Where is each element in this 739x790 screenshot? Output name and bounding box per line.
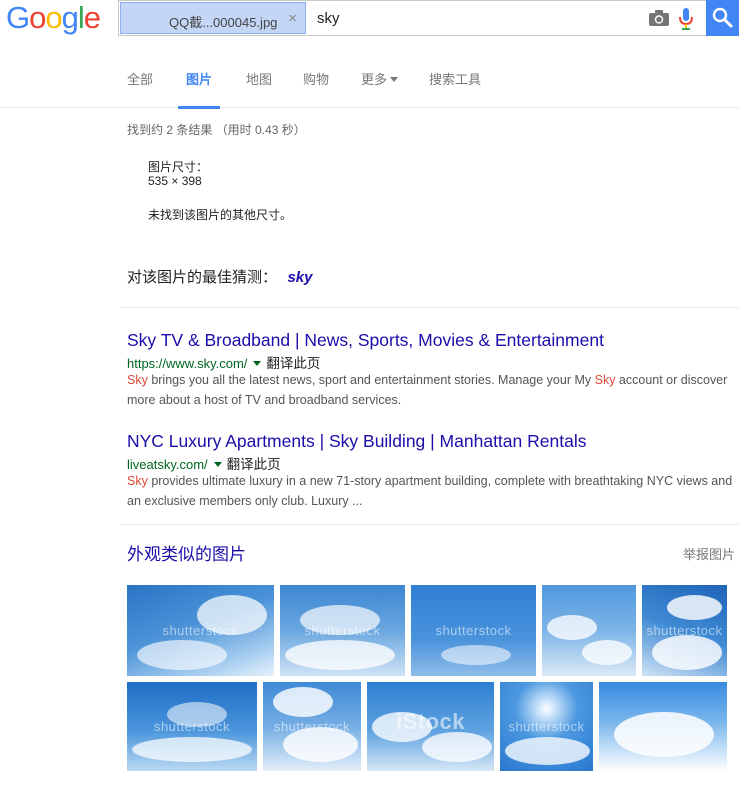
divider — [120, 307, 739, 308]
dropdown-triangle-icon[interactable] — [253, 361, 262, 366]
similar-image-thumbnail[interactable]: iStock — [367, 682, 494, 771]
snippet-highlight: Sky — [127, 373, 148, 387]
best-guess: 对该图片的最佳猜测： sky — [127, 266, 313, 287]
result-snippet: Sky brings you all the latest news, spor… — [127, 370, 737, 410]
logo-letter: g — [61, 0, 79, 35]
translate-link[interactable]: 翻译此页 — [227, 457, 281, 472]
tab-search-tools[interactable]: 搜索工具 — [429, 69, 481, 106]
watermark-text: shutterstock — [304, 623, 381, 639]
watermark-text: shutterstock — [153, 719, 231, 735]
search-box: QQ截...000045.jpg × — [118, 0, 706, 36]
logo-letter: e — [83, 0, 101, 35]
search-input[interactable] — [317, 7, 617, 29]
no-other-sizes: 未找到该图片的其他尺寸。 — [148, 208, 293, 222]
similar-image-thumbnail[interactable]: shutterstock — [127, 682, 257, 771]
similar-image-thumbnail[interactable]: shutterstock — [263, 682, 361, 771]
result-url-line: https://www.sky.com/翻译此页 — [127, 352, 737, 371]
similar-image-thumbnail[interactable]: shutterstock — [500, 682, 593, 771]
logo-letter: o — [45, 0, 62, 35]
camera-icon[interactable] — [649, 10, 669, 26]
snippet-highlight: Sky — [594, 373, 616, 387]
mic-icon[interactable] — [679, 8, 693, 30]
image-size-label: 图片尺寸： — [148, 160, 209, 174]
similar-image-thumbnail[interactable]: shutterstock — [642, 585, 727, 676]
image-chip-filename: QQ截...000045.jpg — [169, 15, 278, 30]
image-size-value: 535 × 398 — [148, 174, 202, 188]
similar-image-thumbnail[interactable] — [542, 585, 636, 676]
tab-shopping[interactable]: 购物 — [303, 69, 329, 106]
report-image-link[interactable]: 举报图片 — [683, 544, 735, 563]
logo-letter: o — [29, 0, 46, 35]
search-result: Sky TV & Broadband | News, Sports, Movie… — [127, 330, 737, 410]
tab-more-label: 更多 — [361, 72, 388, 87]
divider — [120, 524, 739, 525]
best-guess-label: 对该图片的最佳猜测： — [127, 269, 278, 286]
search-button[interactable] — [706, 0, 739, 36]
watermark-text: shutterstock — [508, 719, 585, 735]
best-guess-link[interactable]: sky — [287, 269, 312, 286]
snippet-text: provides ultimate luxury in a new 71-sto… — [127, 474, 733, 508]
google-logo[interactable]: Google — [6, 0, 101, 35]
tab-all[interactable]: 全部 — [127, 69, 153, 106]
header: Google QQ截...000045.jpg × — [0, 0, 739, 37]
dropdown-triangle-icon — [390, 77, 399, 82]
search-tabs: 全部 图片 地图 购物 更多 搜索工具 — [0, 60, 739, 109]
result-url: liveatsky.com/ — [127, 457, 208, 472]
result-title-link[interactable]: NYC Luxury Apartments | Sky Building | M… — [127, 431, 737, 452]
watermark-text: shutterstock — [273, 719, 351, 735]
image-chip-close-icon[interactable]: × — [288, 10, 297, 27]
result-title-link[interactable]: Sky TV & Broadband | News, Sports, Movie… — [127, 330, 737, 351]
result-url-line: liveatsky.com/翻译此页 — [127, 453, 737, 472]
logo-letter: G — [6, 0, 30, 35]
watermark-text: shutterstock — [435, 623, 512, 639]
search-result: NYC Luxury Apartments | Sky Building | M… — [127, 431, 737, 511]
similar-image-thumbnail[interactable]: shutterstock — [411, 585, 536, 676]
translate-link[interactable]: 翻译此页 — [266, 356, 320, 371]
search-icon — [712, 7, 733, 28]
result-url: https://www.sky.com/ — [127, 356, 248, 371]
result-snippet: Sky provides ultimate luxury in a new 71… — [127, 471, 737, 511]
watermark-text: iStock — [395, 708, 466, 734]
similar-image-thumbnail[interactable] — [599, 682, 727, 771]
snippet-text: brings you all the latest news, sport an… — [147, 373, 595, 387]
similar-image-thumbnail[interactable]: shutterstock — [127, 585, 274, 676]
results-stats: 找到约 2 条结果 （用时 0.43 秒） — [127, 123, 306, 137]
image-chip[interactable]: QQ截...000045.jpg × — [120, 2, 306, 34]
similar-image-thumbnail[interactable]: shutterstock — [280, 585, 405, 676]
tab-maps[interactable]: 地图 — [246, 69, 272, 106]
watermark-text: shutterstock — [646, 623, 723, 639]
tab-images[interactable]: 图片 — [178, 69, 221, 109]
tab-more[interactable]: 更多 — [361, 69, 399, 106]
similar-images-title[interactable]: 外观类似的图片 — [127, 540, 246, 565]
dropdown-triangle-icon[interactable] — [213, 462, 222, 467]
snippet-highlight: Sky — [127, 474, 148, 488]
watermark-text: shutterstock — [162, 623, 239, 639]
